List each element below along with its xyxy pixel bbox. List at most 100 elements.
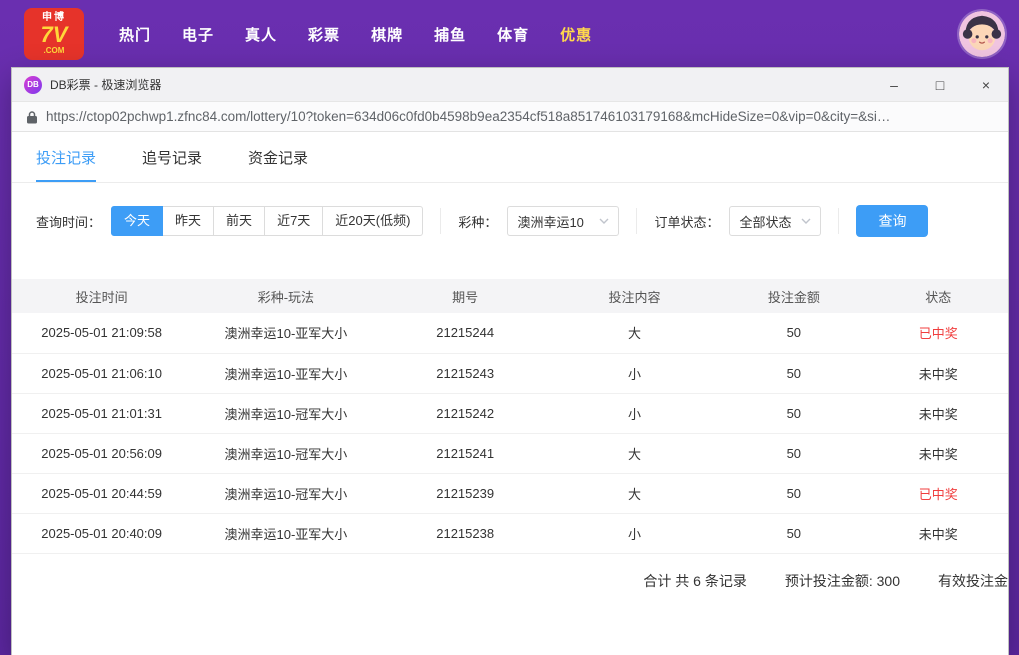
table-row: 2025-05-01 20:44:59 澳洲幸运10-冠军大小 21215239… <box>12 473 1008 514</box>
summary-bar: 合计 共 6 条记录 预计投注金额: 300 有效投注金 <box>12 554 1008 608</box>
chevron-down-icon <box>801 218 811 224</box>
order-status-value: 全部状态 <box>739 214 792 230</box>
bet-time: 2025-05-01 21:06:10 <box>12 353 192 394</box>
time-option-20days[interactable]: 近20天(低频) <box>322 206 424 236</box>
record-tabs: 投注记录 追号记录 资金记录 <box>12 132 1008 183</box>
window-controls: – □ × <box>886 78 994 92</box>
close-icon[interactable]: × <box>978 78 994 92</box>
time-option-daybefore[interactable]: 前天 <box>213 206 266 236</box>
col-header-bet-time: 投注时间 <box>12 279 192 313</box>
bet-status: 未中奖 <box>918 366 958 382</box>
url-text[interactable]: https://ctop02pchwp1.zfnc84.com/lottery/… <box>46 109 994 124</box>
bet-time: 2025-05-01 20:40:09 <box>12 513 192 554</box>
time-option-7days[interactable]: 近7天 <box>264 206 324 236</box>
bet-issue: 21215243 <box>380 353 550 394</box>
nav-item-board[interactable]: 棋牌 <box>371 24 403 45</box>
nav-item-live[interactable]: 真人 <box>245 24 277 45</box>
lottery-select-value: 澳洲幸运10 <box>517 214 584 230</box>
bet-status: 未中奖 <box>918 446 958 462</box>
bet-game: 澳洲幸运10-冠军大小 <box>191 393 381 434</box>
table-header-row: 投注时间 彩种-玩法 期号 投注内容 投注金额 状态 <box>12 279 1008 313</box>
bet-game: 澳洲幸运10-亚军大小 <box>191 353 381 394</box>
chevron-down-icon <box>599 218 609 224</box>
bet-amount: 50 <box>719 513 869 554</box>
col-header-content: 投注内容 <box>549 279 720 313</box>
time-option-today[interactable]: 今天 <box>111 206 164 236</box>
bet-content: 大 <box>549 313 720 354</box>
bet-amount: 50 <box>719 313 869 354</box>
site-nav-items: 热门 电子 真人 彩票 棋牌 捕鱼 体育 优惠 <box>119 24 592 45</box>
bet-content: 大 <box>549 473 720 514</box>
order-status-select[interactable]: 全部状态 <box>729 206 822 236</box>
bet-amount: 50 <box>719 473 869 514</box>
tab-chase-records[interactable]: 追号记录 <box>142 132 202 182</box>
window-titlebar[interactable]: DB DB彩票 - 极速浏览器 – □ × <box>12 68 1008 101</box>
bet-issue: 21215238 <box>380 513 550 554</box>
lock-icon <box>27 110 37 123</box>
filter-bar: 查询时间： 今天 昨天 前天 近7天 近20天(低频) 彩种： 澳洲幸运10 订… <box>12 183 1008 255</box>
nav-item-fishing[interactable]: 捕鱼 <box>434 24 466 45</box>
browser-window: DB DB彩票 - 极速浏览器 – □ × https://ctop02pchw… <box>12 68 1008 655</box>
lottery-filter-label: 彩种： <box>458 214 498 230</box>
table-row: 2025-05-01 20:56:09 澳洲幸运10-冠军大小 21215241… <box>12 433 1008 474</box>
bet-amount: 50 <box>719 393 869 434</box>
table-row: 2025-05-01 21:01:31 澳洲幸运10-冠军大小 21215242… <box>12 393 1008 434</box>
summary-expected-amount: 预计投注金额: 300 <box>784 572 900 589</box>
nav-item-lottery[interactable]: 彩票 <box>308 24 340 45</box>
nav-item-hot[interactable]: 热门 <box>119 24 151 45</box>
bet-issue: 21215239 <box>380 473 550 514</box>
bet-time: 2025-05-01 21:01:31 <box>12 393 192 434</box>
col-header-game: 彩种-玩法 <box>191 279 381 313</box>
bet-game: 澳洲幸运10-亚军大小 <box>191 313 381 354</box>
nav-item-slots[interactable]: 电子 <box>182 24 214 45</box>
filter-divider <box>440 208 442 234</box>
bet-content: 大 <box>549 433 720 474</box>
bet-game: 澳洲幸运10-亚军大小 <box>191 513 381 554</box>
bet-issue: 21215242 <box>380 393 550 434</box>
bet-content: 小 <box>549 513 720 554</box>
window-title: DB彩票 - 极速浏览器 <box>50 78 162 92</box>
bet-issue: 21215241 <box>380 433 550 474</box>
bet-time: 2025-05-01 21:09:58 <box>12 313 192 354</box>
bet-records-table: 投注时间 彩种-玩法 期号 投注内容 投注金额 状态 2025-05-01 21… <box>12 279 1008 554</box>
user-avatar[interactable] <box>959 11 1005 57</box>
site-favicon-icon: DB <box>24 75 42 94</box>
table-row: 2025-05-01 21:06:10 澳洲幸运10-亚军大小 21215243… <box>12 353 1008 394</box>
time-option-yesterday[interactable]: 昨天 <box>162 206 215 236</box>
summary-total: 合计 共 6 条记录 <box>643 572 747 589</box>
search-button[interactable]: 查询 <box>856 205 929 237</box>
table-row: 2025-05-01 20:40:09 澳洲幸运10-亚军大小 21215238… <box>12 513 1008 554</box>
bet-time: 2025-05-01 20:56:09 <box>12 433 192 474</box>
bet-status: 未中奖 <box>918 406 958 422</box>
nav-item-promo[interactable]: 优惠 <box>560 24 592 45</box>
bet-amount: 50 <box>719 433 869 474</box>
time-range-segment: 今天 昨天 前天 近7天 近20天(低频) <box>111 206 424 236</box>
col-header-status: 状态 <box>868 279 1008 313</box>
bet-game: 澳洲幸运10-冠军大小 <box>191 433 381 474</box>
tab-fund-records[interactable]: 资金记录 <box>248 132 308 182</box>
bet-issue: 21215244 <box>380 313 550 354</box>
status-filter-label: 订单状态： <box>654 214 720 230</box>
col-header-issue: 期号 <box>380 279 550 313</box>
bet-amount: 50 <box>719 353 869 394</box>
browser-url-bar[interactable]: https://ctop02pchwp1.zfnc84.com/lottery/… <box>12 101 1008 132</box>
tab-bet-records[interactable]: 投注记录 <box>36 132 97 182</box>
site-top-nav: 申博 7V .COM 热门 电子 真人 彩票 棋牌 捕鱼 体育 优惠 <box>0 0 1019 68</box>
logo-text-sub: .COM <box>43 46 65 55</box>
bet-status: 未中奖 <box>918 526 958 542</box>
avatar-image <box>959 11 1005 57</box>
bet-content: 小 <box>549 393 720 434</box>
maximize-icon[interactable]: □ <box>932 78 948 92</box>
filter-divider <box>636 208 638 234</box>
time-filter-label: 查询时间： <box>36 214 102 230</box>
table-row: 2025-05-01 21:09:58 澳洲幸运10-亚军大小 21215244… <box>12 313 1008 354</box>
bet-time: 2025-05-01 20:44:59 <box>12 473 192 514</box>
nav-item-sports[interactable]: 体育 <box>497 24 529 45</box>
lottery-select[interactable]: 澳洲幸运10 <box>507 206 620 236</box>
site-logo[interactable]: 申博 7V .COM <box>24 8 84 60</box>
bet-status: 已中奖 <box>918 486 958 502</box>
minimize-icon[interactable]: – <box>886 78 902 92</box>
bet-game: 澳洲幸运10-冠军大小 <box>191 473 381 514</box>
logo-text-main: 7V <box>40 22 68 47</box>
filter-divider <box>838 208 840 234</box>
